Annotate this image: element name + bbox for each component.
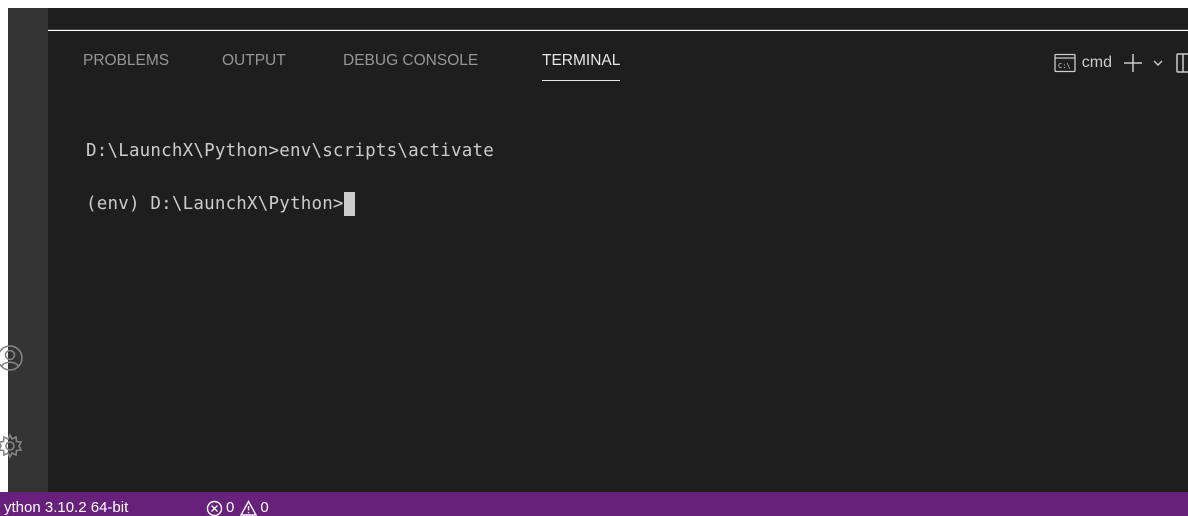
vscode-window: PROBLEMS OUTPUT DEBUG CONSOLE TERMINAL C… <box>0 0 1188 516</box>
split-terminal-button[interactable] <box>1176 49 1188 77</box>
bottom-panel: PROBLEMS OUTPUT DEBUG CONSOLE TERMINAL C… <box>48 31 1188 492</box>
panel-tab-bar: PROBLEMS OUTPUT DEBUG CONSOLE TERMINAL C… <box>48 31 1188 89</box>
problems-status[interactable]: 0 0 <box>206 499 269 516</box>
chevron-down-icon <box>1152 57 1164 69</box>
tab-output[interactable]: OUTPUT <box>222 52 286 80</box>
terminal-shell-selector[interactable]: C:\ cmd <box>1054 49 1122 77</box>
terminal-prompt: (env) D:\LaunchX\Python> <box>86 194 344 214</box>
svg-text:C:\: C:\ <box>1058 62 1071 70</box>
terminal-cursor <box>343 192 355 216</box>
terminal-dropdown-button[interactable] <box>1152 49 1164 77</box>
new-terminal-button[interactable] <box>1122 49 1144 77</box>
error-circle-icon <box>206 500 223 516</box>
tab-debug-console[interactable]: DEBUG CONSOLE <box>343 52 478 80</box>
terminal-name: cmd <box>1081 54 1112 71</box>
manage-gear-icon[interactable] <box>0 432 24 460</box>
warning-count: 0 <box>260 499 269 516</box>
terminal-prompt-line: (env) D:\LaunchX\Python> <box>86 192 1146 216</box>
terminal-output[interactable]: D:\LaunchX\Python>env\scripts\activate (… <box>86 139 1146 216</box>
tab-problems[interactable]: PROBLEMS <box>83 52 169 80</box>
editor-area-edge <box>48 8 1188 30</box>
status-bar: ython 3.10.2 64-bit 0 0 <box>0 492 1188 516</box>
terminal-actions: C:\ cmd <box>1054 49 1188 77</box>
terminal-shell-icon: C:\ <box>1054 53 1076 73</box>
split-terminal-icon <box>1176 53 1188 73</box>
python-interpreter-label: ython 3.10.2 64-bit <box>4 499 129 516</box>
plus-icon <box>1122 52 1144 74</box>
activity-bar <box>0 8 48 492</box>
terminal-line: D:\LaunchX\Python>env\scripts\activate <box>86 141 494 161</box>
warning-triangle-icon <box>240 500 258 516</box>
account-icon[interactable] <box>0 344 24 372</box>
tab-terminal[interactable]: TERMINAL <box>542 52 621 81</box>
python-interpreter-status[interactable]: ython 3.10.2 64-bit <box>4 499 129 516</box>
error-count: 0 <box>226 499 235 516</box>
